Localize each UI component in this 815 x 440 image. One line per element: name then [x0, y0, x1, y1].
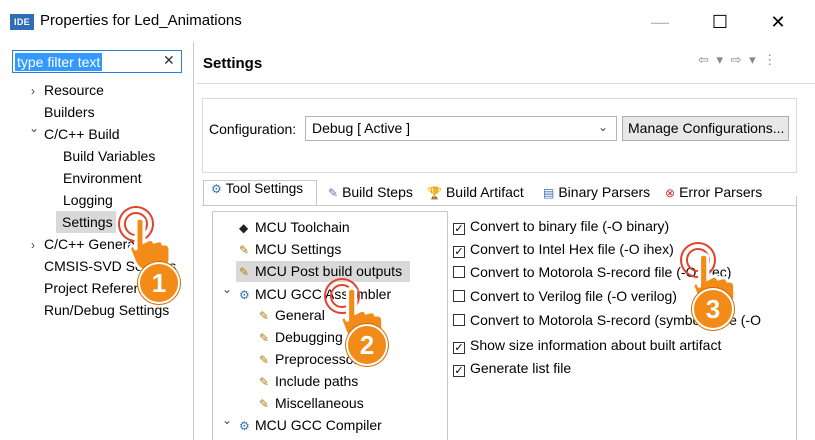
settings-page-icon: ✎	[239, 265, 250, 279]
option-convert-binary[interactable]: ✓ Convert to binary file (-O binary)	[453, 216, 669, 236]
trophy-icon: 🏆	[427, 186, 442, 200]
tool-item-label: Miscellaneous	[275, 395, 364, 411]
tab-strip-line	[202, 205, 796, 206]
tab-error-parsers[interactable]: ⊗ Error Parsers	[665, 181, 762, 205]
pane-divider[interactable]	[193, 42, 194, 440]
tree-item-environment[interactable]: Environment	[63, 168, 142, 188]
tree-item-build-variables[interactable]: Build Variables	[63, 146, 155, 166]
tool-item-miscellaneous[interactable]: ✎ Miscellaneous	[259, 393, 364, 414]
tool-item-label: MCU GCC Compiler	[255, 417, 382, 433]
error-icon: ⊗	[665, 186, 676, 200]
tap-marker-2: 2	[320, 274, 400, 370]
option-label: Show size information about built artifa…	[470, 337, 722, 353]
step-badge-1: 1	[138, 262, 180, 304]
tab-build-artifact[interactable]: 🏆 Build Artifact	[427, 181, 524, 205]
configuration-value[interactable]: Debug [ Active ]	[312, 120, 410, 136]
option-label: Generate list file	[470, 360, 572, 376]
header-divider	[196, 83, 815, 84]
tap-marker-3: 3	[672, 240, 752, 336]
gear-icon: ⚙	[211, 182, 222, 196]
page-title: Settings	[203, 55, 263, 72]
step-badge-2: 2	[346, 324, 388, 366]
tap-marker-1: 1	[112, 204, 182, 304]
checkbox[interactable]	[453, 314, 465, 326]
checkbox[interactable]: ✓	[453, 342, 465, 354]
settings-page-icon: ✎	[259, 309, 270, 323]
tab-binary-parsers[interactable]: ▤ Binary Parsers	[543, 181, 650, 205]
tree-item-run-debug-settings[interactable]: Run/Debug Settings	[44, 300, 169, 320]
option-convert-verilog[interactable]: Convert to Verilog file (-O verilog)	[453, 286, 677, 306]
tool-item-general[interactable]: ✎ General	[259, 305, 325, 326]
navigation-arrows-icon[interactable]: ⇦ ▾ ⇨ ▾ ⋮	[698, 52, 778, 68]
filter-input-text[interactable]: type filter text	[15, 53, 103, 71]
tab-tool-settings[interactable]: ⚙ Tool Settings	[203, 180, 317, 205]
step-badge-3: 3	[692, 288, 734, 330]
tool-item-label: MCU Toolchain	[255, 219, 350, 235]
tool-item-label: Include paths	[275, 373, 359, 389]
tab-label: Build Artifact	[445, 184, 524, 200]
option-show-size-info[interactable]: ✓ Show size information about built artif…	[453, 335, 721, 355]
tab-label: Binary Parsers	[558, 184, 651, 200]
tree-item-cpp-build[interactable]: C/C++ Build	[44, 124, 119, 144]
checkbox[interactable]: ✓	[453, 365, 465, 377]
collapse-arrow-icon[interactable]: ⌄	[29, 121, 39, 135]
manage-configurations-label[interactable]: Manage Configurations...	[628, 120, 784, 136]
tool-item-mcu-gcc-compiler[interactable]: ⚙ MCU GCC Compiler	[239, 415, 382, 436]
panel-border	[796, 196, 797, 440]
toolchain-icon: ◆	[239, 221, 249, 235]
window-title: Properties for Led_Animations	[40, 12, 242, 29]
tool-item-mcu-toolchain[interactable]: ◆ MCU Toolchain	[239, 217, 350, 238]
tree-item-settings[interactable]: Settings	[62, 212, 113, 232]
tool-item-include-paths[interactable]: ✎ Include paths	[259, 371, 358, 392]
clear-filter-icon[interactable]: ✕	[163, 52, 175, 69]
option-label: Convert to Intel Hex file (-O ihex)	[470, 241, 674, 257]
checkbox[interactable]: ✓	[453, 223, 465, 235]
close-button[interactable]: ✕	[755, 8, 801, 36]
maximize-button[interactable]: ☐	[697, 8, 743, 36]
build-steps-icon: ✎	[328, 186, 339, 200]
gear-icon: ⚙	[239, 419, 250, 433]
option-convert-intel-hex[interactable]: ✓ Convert to Intel Hex file (-O ihex)	[453, 239, 674, 259]
settings-page-icon: ✎	[259, 331, 270, 345]
tree-item-builders[interactable]: Builders	[44, 102, 95, 122]
settings-page-icon: ✎	[239, 243, 250, 257]
tool-item-mcu-settings[interactable]: ✎ MCU Settings	[239, 239, 341, 260]
app-icon: IDE	[10, 14, 34, 30]
tree-item-resource[interactable]: Resource	[44, 80, 104, 100]
tree-item-logging[interactable]: Logging	[63, 190, 113, 210]
settings-page-icon: ✎	[259, 375, 270, 389]
expand-arrow-icon[interactable]: ›	[31, 84, 35, 98]
tool-item-label: MCU Settings	[255, 241, 342, 257]
checkbox[interactable]	[453, 266, 465, 278]
minimize-button[interactable]: —	[637, 8, 683, 36]
settings-page-icon: ✎	[259, 397, 270, 411]
tab-build-steps[interactable]: ✎ Build Steps	[328, 181, 413, 205]
checkbox[interactable]	[453, 290, 465, 302]
expand-arrow-icon[interactable]: ›	[31, 238, 35, 252]
tab-label: Error Parsers	[679, 184, 763, 200]
chevron-down-icon[interactable]: ⌄	[598, 120, 608, 134]
configuration-label: Configuration:	[209, 121, 297, 137]
collapse-arrow-icon[interactable]: ⌄	[222, 282, 232, 296]
option-generate-list-file[interactable]: ✓ Generate list file	[453, 358, 571, 378]
collapse-arrow-icon[interactable]: ⌄	[222, 413, 232, 427]
tab-label: Tool Settings	[225, 181, 304, 196]
tool-item-label: General	[275, 307, 325, 323]
option-label: Convert to binary file (-O binary)	[470, 218, 670, 234]
option-label: Convert to Verilog file (-O verilog)	[470, 288, 677, 304]
binary-icon: ▤	[543, 186, 555, 200]
settings-page-icon: ✎	[259, 353, 270, 367]
tab-label: Build Steps	[342, 184, 413, 200]
checkbox[interactable]: ✓	[453, 246, 465, 258]
gear-icon: ⚙	[239, 288, 250, 302]
